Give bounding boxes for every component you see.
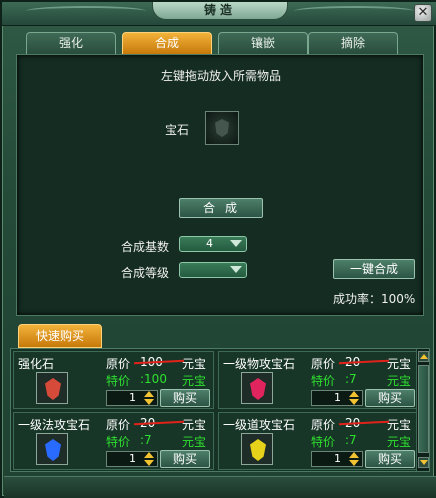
currency-label: 元宝 bbox=[387, 357, 412, 371]
level-select[interactable] bbox=[179, 262, 247, 278]
title-ornament bbox=[26, 6, 146, 16]
sale-price-label: 特价 bbox=[106, 374, 131, 388]
gem-label: 宝石 bbox=[165, 123, 190, 137]
item-thumbnail[interactable] bbox=[36, 372, 68, 404]
combine-button[interactable]: 合成 bbox=[179, 198, 263, 218]
gem-icon bbox=[250, 378, 266, 400]
base-count-select[interactable]: 4 bbox=[179, 236, 247, 252]
currency-label: 元宝 bbox=[182, 374, 207, 388]
orig-price-label: 原价 bbox=[106, 418, 131, 432]
shop-item: 一级物攻宝石 原价 20 元宝 特价 :7 元宝 1 购买 bbox=[218, 351, 419, 409]
item-thumbnail[interactable] bbox=[241, 372, 273, 404]
currency-label: 元宝 bbox=[387, 374, 412, 388]
currency-label: 元宝 bbox=[387, 435, 412, 449]
shop-item: 一级法攻宝石 原价 20 元宝 特价 :7 元宝 1 购买 bbox=[13, 412, 214, 470]
forge-window: 铸造 ✕ 强化 合成 镶嵌 摘除 左键拖动放入所需物品 宝石 合成 合成基数 4… bbox=[0, 0, 436, 498]
arrow-down-icon[interactable] bbox=[349, 399, 359, 405]
success-rate: 成功率：100% bbox=[333, 292, 416, 306]
arrow-up-icon[interactable] bbox=[144, 452, 154, 458]
sale-price: :7 bbox=[345, 433, 357, 447]
sale-price-label: 特价 bbox=[311, 374, 336, 388]
tab-bar: 强化 合成 镶嵌 摘除 bbox=[26, 32, 418, 54]
scroll-down-icon[interactable] bbox=[418, 457, 429, 468]
window-title: 铸造 bbox=[152, 2, 288, 20]
sale-price: :100 bbox=[140, 372, 167, 386]
scroll-thumb[interactable] bbox=[418, 365, 429, 453]
base-count-value: 4 bbox=[206, 237, 213, 250]
arrow-up-icon[interactable] bbox=[349, 452, 359, 458]
chevron-down-icon bbox=[230, 266, 242, 273]
item-name: 一级道攻宝石 bbox=[223, 418, 296, 432]
buy-button[interactable]: 购买 bbox=[365, 450, 415, 468]
base-count-label: 合成基数 bbox=[121, 240, 170, 254]
quantity-stepper[interactable] bbox=[349, 451, 361, 467]
arrow-down-icon[interactable] bbox=[349, 460, 359, 466]
title-bar[interactable]: 铸造 ✕ bbox=[2, 2, 436, 26]
sale-price: :7 bbox=[345, 372, 357, 386]
item-name: 一级法攻宝石 bbox=[18, 418, 91, 432]
tab-remove[interactable]: 摘除 bbox=[308, 32, 398, 54]
gem-icon bbox=[45, 439, 61, 461]
arrow-up-icon[interactable] bbox=[349, 391, 359, 397]
tab-enhance[interactable]: 强化 bbox=[26, 32, 116, 54]
item-name: 一级物攻宝石 bbox=[223, 357, 296, 371]
item-thumbnail[interactable] bbox=[241, 433, 273, 465]
gem-placeholder-icon bbox=[215, 119, 229, 137]
onekey-combine-button[interactable]: 一键合成 bbox=[333, 259, 415, 279]
buy-button[interactable]: 购买 bbox=[365, 389, 415, 407]
tab-synthesis[interactable]: 合成 bbox=[122, 32, 212, 54]
currency-label: 元宝 bbox=[182, 357, 207, 371]
sale-price-label: 特价 bbox=[311, 435, 336, 449]
sale-price: :7 bbox=[140, 433, 152, 447]
gem-slot[interactable] bbox=[205, 111, 239, 145]
drag-hint: 左键拖动放入所需物品 bbox=[160, 69, 281, 83]
title-ornament bbox=[294, 6, 414, 16]
shop-item: 一级道攻宝石 原价 20 元宝 特价 :7 元宝 1 购买 bbox=[218, 412, 419, 470]
quick-buy-tab[interactable]: 快速购买 bbox=[18, 324, 102, 348]
buy-button[interactable]: 购买 bbox=[160, 389, 210, 407]
bottom-bar bbox=[4, 476, 436, 498]
quick-buy-panel: 强化石 原价 100 元宝 特价 :100 元宝 1 购买 一级物攻宝石 原价 bbox=[10, 348, 430, 472]
quantity-stepper[interactable] bbox=[349, 390, 361, 406]
quantity-stepper[interactable] bbox=[144, 390, 156, 406]
scrollbar[interactable] bbox=[416, 349, 429, 471]
currency-label: 元宝 bbox=[182, 435, 207, 449]
chevron-down-icon bbox=[230, 240, 242, 247]
level-label: 合成等级 bbox=[121, 266, 170, 280]
orig-price-label: 原价 bbox=[311, 418, 336, 432]
orig-price-label: 原价 bbox=[106, 357, 131, 371]
arrow-up-icon[interactable] bbox=[144, 391, 154, 397]
quantity-stepper[interactable] bbox=[144, 451, 156, 467]
synthesis-panel: 左键拖动放入所需物品 宝石 合成 合成基数 4 合成等级 一键合成 成功率：10… bbox=[16, 54, 424, 316]
tab-inlay[interactable]: 镶嵌 bbox=[218, 32, 308, 54]
arrow-down-icon[interactable] bbox=[144, 399, 154, 405]
currency-label: 元宝 bbox=[182, 418, 207, 432]
orig-price-label: 原价 bbox=[311, 357, 336, 371]
strengthen-stone-icon bbox=[45, 378, 61, 400]
gem-icon bbox=[250, 439, 266, 461]
item-thumbnail[interactable] bbox=[36, 433, 68, 465]
currency-label: 元宝 bbox=[387, 418, 412, 432]
arrow-down-icon[interactable] bbox=[144, 460, 154, 466]
close-button[interactable]: ✕ bbox=[414, 4, 432, 22]
shop-item: 强化石 原价 100 元宝 特价 :100 元宝 1 购买 bbox=[13, 351, 214, 409]
buy-button[interactable]: 购买 bbox=[160, 450, 210, 468]
sale-price-label: 特价 bbox=[106, 435, 131, 449]
scroll-up-icon[interactable] bbox=[418, 351, 429, 362]
item-name: 强化石 bbox=[18, 357, 55, 371]
